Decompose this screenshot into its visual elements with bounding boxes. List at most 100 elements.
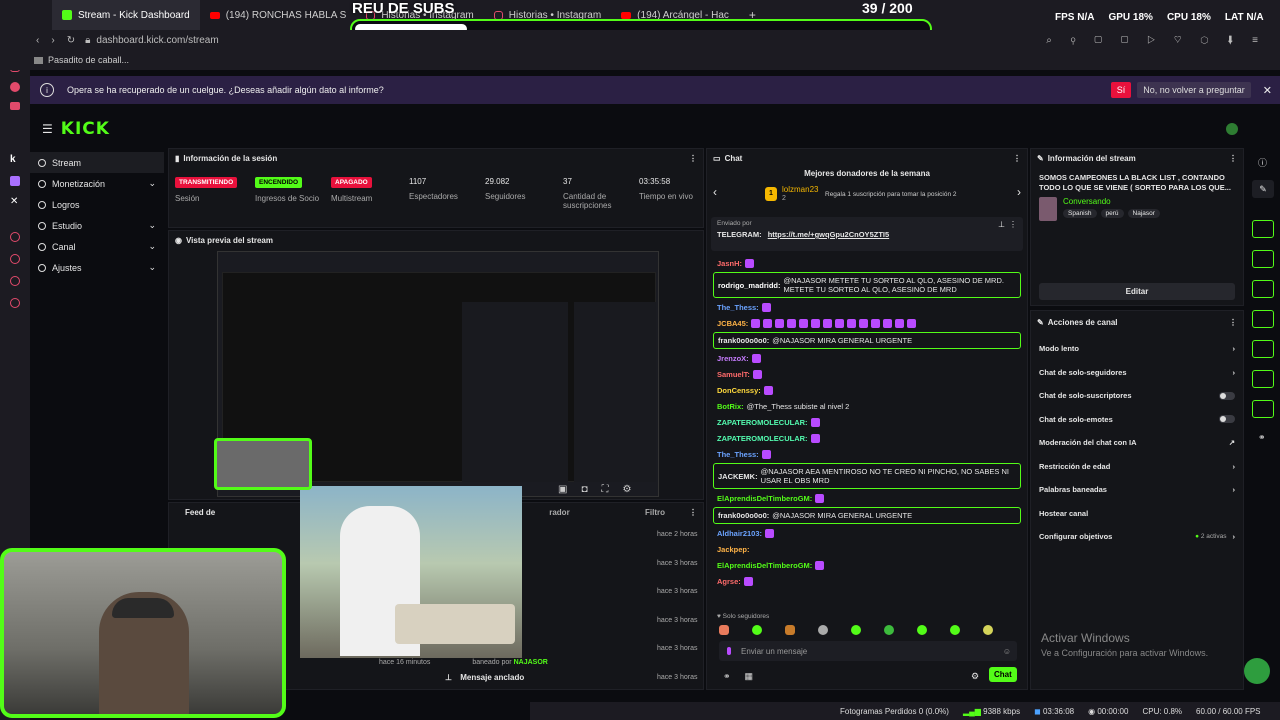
emote-icon[interactable]: [851, 625, 861, 635]
list-rail-icon[interactable]: [1252, 370, 1274, 388]
chat-username[interactable]: The_Thess:: [717, 450, 759, 459]
share-rail-icon[interactable]: ⚭: [1258, 432, 1266, 443]
emote-icon[interactable]: [950, 625, 960, 635]
target-rail-icon[interactable]: [1252, 220, 1274, 238]
history-icon[interactable]: [10, 232, 20, 242]
chat-message[interactable]: ZAPATEROMOLECULAR:: [713, 430, 1021, 446]
messenger-icon[interactable]: [10, 82, 20, 92]
chat-username[interactable]: rodrigo_madridd:: [718, 281, 781, 290]
twitch-icon[interactable]: [10, 176, 20, 186]
actions-menu-icon[interactable]: ⋮: [1229, 318, 1237, 327]
chat-message[interactable]: DonCenssy:: [713, 382, 1021, 398]
forward-icon[interactable]: ›: [51, 35, 54, 46]
bolt-rail-icon[interactable]: [1252, 250, 1274, 268]
sidebar-item-1[interactable]: Monetización ⌄: [30, 173, 164, 194]
chat-input[interactable]: Enviar un mensaje ☺: [719, 641, 1017, 661]
chat-message[interactable]: frank0o0o0o0: @NAJASOR MIRA GENERAL URGEN…: [713, 507, 1021, 524]
channel-action[interactable]: Moderación del chat con IA ↗: [1031, 431, 1243, 455]
feed-menu-icon[interactable]: ⋮: [689, 508, 697, 517]
chat-message[interactable]: BotRix: @The_Thess subiste al nivel 2: [713, 398, 1021, 414]
kick-logo[interactable]: KICK: [61, 119, 110, 139]
tab-youtube-1[interactable]: (194) RONCHAS HABLA S: [200, 0, 357, 30]
donors-prev-icon[interactable]: ‹: [713, 185, 717, 199]
snapshot-icon[interactable]: ◘: [581, 484, 587, 495]
stream-info-menu-icon[interactable]: ⋮: [1229, 154, 1237, 163]
pin-menu-icon[interactable]: ⋮: [1009, 220, 1017, 229]
chat-rail-icon[interactable]: [1252, 310, 1274, 328]
chat-message[interactable]: The_Thess:: [713, 299, 1021, 315]
kick-rail-icon[interactable]: k: [10, 154, 20, 165]
pinned-msg-link[interactable]: https://t.me/+gwqGpu2CnOY5ZTI5: [768, 230, 889, 239]
fullscreen-icon[interactable]: ⛶: [602, 484, 609, 495]
radio-rail-icon[interactable]: [1252, 340, 1274, 358]
feed-filter-button[interactable]: Filtro: [645, 508, 665, 517]
support-button[interactable]: [1244, 658, 1270, 684]
channel-action[interactable]: Hostear canal: [1031, 502, 1243, 526]
clock-icon[interactable]: [10, 254, 20, 264]
sidebar-item-0[interactable]: Stream: [30, 152, 164, 173]
session-menu-icon[interactable]: ⋮: [689, 154, 697, 163]
channel-action[interactable]: Chat de solo-seguidores ›: [1031, 361, 1243, 385]
channel-action[interactable]: Configurar objetivos ● 2 activas ›: [1031, 525, 1243, 549]
chat-username[interactable]: ElAprendisDelTimberoGM:: [717, 561, 812, 570]
tag-chip[interactable]: perú: [1100, 209, 1124, 218]
chat-username[interactable]: Aldhair2103:: [717, 529, 762, 538]
chat-message[interactable]: SamuelT:: [713, 366, 1021, 382]
channel-action[interactable]: Chat de solo-emotes: [1031, 408, 1243, 432]
info-rail-icon[interactable]: ⓘ: [1258, 156, 1267, 169]
bookmark-item[interactable]: Pasadito de caball...: [48, 55, 129, 65]
sidebar-item-5[interactable]: Ajustes ⌄: [30, 257, 164, 278]
chat-username[interactable]: Agrse:: [717, 577, 741, 586]
settings-icon[interactable]: [10, 276, 20, 286]
chat-username[interactable]: JCBA45:: [717, 319, 748, 328]
sidebar-item-4[interactable]: Canal ⌄: [30, 236, 164, 257]
emote-icon[interactable]: [818, 625, 828, 635]
chat-menu-icon[interactable]: ⋮: [1013, 154, 1021, 163]
chat-username[interactable]: JasnH:: [717, 259, 742, 268]
chat-username[interactable]: frank0o0o0o0:: [718, 336, 769, 345]
wrench-rail-icon[interactable]: [1252, 400, 1274, 418]
chat-message[interactable]: Agrse:: [713, 573, 1021, 589]
channel-action[interactable]: Restricción de edad ›: [1031, 455, 1243, 479]
chat-message[interactable]: ElAprendisDelTimberoGM:: [713, 490, 1021, 506]
chat-username[interactable]: ZAPATEROMOLECULAR:: [717, 434, 808, 443]
youtube-icon[interactable]: [10, 102, 20, 110]
extensions-icon[interactable]: [10, 298, 20, 308]
chat-username[interactable]: DonCenssy:: [717, 386, 761, 395]
chat-username[interactable]: ElAprendisDelTimberoGM:: [717, 494, 812, 503]
channel-action[interactable]: Modo lento ›: [1031, 337, 1243, 361]
emote-icon[interactable]: [719, 625, 729, 635]
chat-message[interactable]: Aldhair2103:: [713, 525, 1021, 541]
banner-no-button[interactable]: No, no volver a preguntar: [1137, 82, 1251, 98]
calendar-icon[interactable]: ▦: [745, 671, 754, 682]
chat-username[interactable]: BotRix:: [717, 402, 744, 411]
chat-message[interactable]: JasnH:: [713, 255, 1021, 271]
emote-icon[interactable]: [983, 625, 993, 635]
sidebar-item-3[interactable]: Estudio ⌄: [30, 215, 164, 236]
channel-action[interactable]: Chat de solo-suscriptores: [1031, 384, 1243, 408]
emote-icon[interactable]: [917, 625, 927, 635]
edit-stream-button[interactable]: Editar: [1039, 283, 1235, 300]
menu-icon[interactable]: ☰: [42, 122, 53, 136]
emote-icon[interactable]: [785, 625, 795, 635]
back-icon[interactable]: ‹: [36, 35, 39, 46]
reload-icon[interactable]: ↻: [67, 35, 75, 46]
tag-chip[interactable]: Spanish: [1063, 209, 1097, 218]
channel-action[interactable]: Palabras baneadas ›: [1031, 478, 1243, 502]
chat-message[interactable]: frank0o0o0o0: @NAJASOR MIRA GENERAL URGEN…: [713, 332, 1021, 349]
pen-rail-icon[interactable]: ✎: [1252, 180, 1274, 198]
emote-icon[interactable]: [884, 625, 894, 635]
toggle-switch[interactable]: [1219, 415, 1235, 424]
emoji-picker-icon[interactable]: ☺: [1003, 647, 1011, 656]
chat-message[interactable]: ElAprendisDelTimberoGM:: [713, 557, 1021, 573]
chat-send-button[interactable]: Chat: [989, 667, 1017, 682]
chat-message[interactable]: JCBA45:: [713, 315, 1021, 331]
chat-message[interactable]: ZAPATEROMOLECULAR:: [713, 414, 1021, 430]
chat-tools-icon[interactable]: ⚭: [723, 671, 731, 682]
chat-username[interactable]: Jackpep:: [717, 545, 750, 554]
chat-message[interactable]: JrenzoX:: [713, 350, 1021, 366]
x-icon[interactable]: ✕: [10, 196, 18, 207]
url-field[interactable]: dashboard.kick.com/stream: [96, 35, 218, 46]
pin-message-icon[interactable]: ⊥: [998, 220, 1005, 229]
emote-icon[interactable]: [752, 625, 762, 635]
